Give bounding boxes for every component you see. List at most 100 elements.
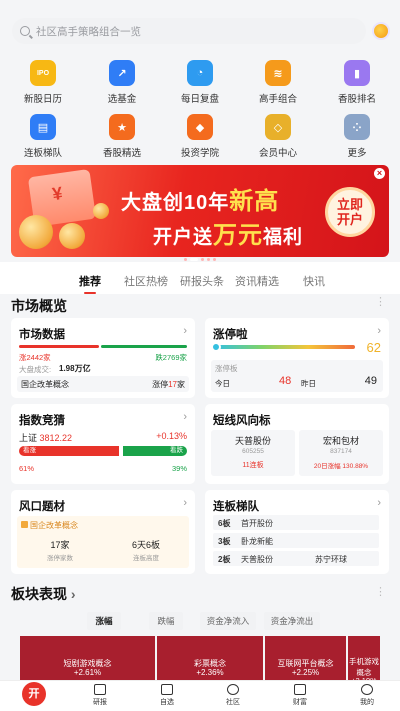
stock-name: 天普股份 <box>234 436 271 446</box>
nav-home[interactable]: 开 <box>9 682 59 706</box>
card-title: 短线风向标 <box>213 415 271 427</box>
shortcut-select-fund[interactable]: ↗ 选基金 <box>82 60 162 105</box>
graduation-icon: ◆ <box>187 114 213 140</box>
shortcut-invest-academy[interactable]: ◆ 投资学院 <box>160 114 240 159</box>
shortcut-member-center[interactable]: ◇ 会员中心 <box>238 114 318 159</box>
theme-stat-label: 连板高度 <box>133 555 159 562</box>
tab-losers[interactable]: 跌幅 <box>149 612 183 630</box>
theme-name: 国企改革概念 <box>21 520 78 531</box>
nav-community[interactable]: 社区 <box>208 684 258 707</box>
stock-code: 837174 <box>330 448 352 455</box>
limit-up-stats: 涨停板 今日 48 昨日 49 <box>211 360 383 392</box>
wallet-icon <box>294 684 306 695</box>
shortcut-label: 香股排名 <box>337 94 376 105</box>
ladder-row[interactable]: 3板 卧龙新能 <box>213 533 379 548</box>
fire-icon <box>21 521 28 528</box>
shortcut-expert-portfolio[interactable]: ≋ 高手组合 <box>238 60 318 105</box>
tab-flash-news[interactable]: 快讯 <box>303 273 325 289</box>
open-account-button[interactable]: 立即开户 <box>325 187 375 237</box>
shortcut-label: 连板梯队 <box>23 148 62 159</box>
index-name: 上证 3812.22 <box>19 433 73 443</box>
bull-vote-button[interactable]: 看涨 <box>19 446 119 456</box>
limit-up-card[interactable]: 涨停啦 › 62 涨停板 今日 48 昨日 49 <box>205 318 389 398</box>
yesterday-value: 49 <box>364 375 377 387</box>
chevron-right-icon: › <box>183 497 187 509</box>
chevron-right-icon: › <box>183 325 187 337</box>
sector-tile[interactable]: 手机游戏概念 +2.19% <box>348 636 380 685</box>
sector-change: +2.36% <box>196 668 224 677</box>
sector-tile[interactable]: 短剧游戏概念 +2.61% <box>20 636 155 682</box>
nav-profile[interactable]: 我的 <box>342 684 392 707</box>
close-icon[interactable]: × <box>374 168 385 179</box>
shortcut-label: 会员中心 <box>258 148 297 159</box>
yesterday-label: 昨日 <box>301 379 316 388</box>
shortcut-stock-ranking[interactable]: ▮ 香股排名 <box>317 60 397 105</box>
tab-net-inflow[interactable]: 资金净流入 <box>200 612 256 630</box>
themes-card[interactable]: 风口题材 › 国企改革概念 17家 涨停家数 6天6板 连板高度 <box>11 490 195 574</box>
gauge-handle <box>211 342 221 352</box>
tab-community-hot[interactable]: 社区热榜 <box>124 273 168 289</box>
pie-chart-icon: ◔ <box>187 60 213 86</box>
gold-coin-icon <box>59 223 85 249</box>
ladder-icon: ▤ <box>30 114 56 140</box>
chevron-right-icon: › <box>183 411 187 423</box>
nav-wealth[interactable]: 财富 <box>275 684 325 707</box>
promo-banner[interactable]: 大盘创10年新高 开户送万元福利 立即开户 × <box>11 165 389 257</box>
card-title: 市场数据 <box>19 329 65 341</box>
limit-up-label: 涨停板 <box>215 364 238 373</box>
shortcut-more[interactable]: ⁘ 更多 <box>317 114 397 159</box>
ipo-calendar-icon: IPO <box>30 60 56 86</box>
stock-tag: 20日涨幅 130.88% <box>313 463 369 470</box>
sector-tile[interactable]: 彩票概念 +2.36% <box>157 636 263 682</box>
index-change: +0.13% <box>156 431 187 441</box>
tab-recommend[interactable]: 推荐 <box>79 273 101 294</box>
short-line-card[interactable]: 短线风向标 天普股份 605255 11连板 宏和包材 837174 20日涨幅… <box>205 404 389 484</box>
tab-news-picks[interactable]: 资讯精选 <box>235 273 279 289</box>
shortcut-ladder[interactable]: ▤ 连板梯队 <box>3 114 83 159</box>
search-input[interactable]: 社区高手策略组合一览 <box>12 18 366 44</box>
shortcut-stock-picks[interactable]: ★ 香股精选 <box>82 114 162 159</box>
bear-vote-button[interactable]: 看跌 <box>123 446 187 456</box>
shortcut-daily-review[interactable]: ◔ 每日复盘 <box>160 60 240 105</box>
sentiment-gauge <box>215 345 355 349</box>
stock-tile[interactable]: 天普股份 605255 11连板 <box>211 430 295 476</box>
report-icon <box>94 684 106 695</box>
tab-gainers[interactable]: 涨幅 <box>87 612 121 630</box>
shortcut-ipo-calendar[interactable]: IPO 新股日历 <box>3 60 83 105</box>
theme-stat-value: 17家 <box>50 540 70 550</box>
sector-performance-title[interactable]: 板块表现 › <box>11 584 76 604</box>
gold-coin-icon <box>93 203 109 219</box>
more-options-icon[interactable]: ⋮ <box>375 297 386 308</box>
nav-research[interactable]: 研报 <box>75 684 125 707</box>
sentiment-score: 62 <box>366 340 381 355</box>
ladder-row[interactable]: 6板 首开股份 <box>213 515 379 530</box>
tab-research-headlines[interactable]: 研报头条 <box>180 273 224 289</box>
banner-subline: 开户送万元福利 <box>153 222 304 249</box>
theme-stat-value: 6天6板 <box>131 540 160 550</box>
nav-watchlist[interactable]: 自选 <box>142 684 192 707</box>
card-title: 连板梯队 <box>213 501 259 513</box>
search-placeholder: 社区高手策略组合一览 <box>36 25 141 38</box>
concept-stat: 涨停17家 <box>152 380 185 389</box>
market-overview-title: 市场概览 <box>11 298 67 314</box>
theme-box[interactable]: 国企改革概念 17家 涨停家数 6天6板 连板高度 <box>17 516 189 568</box>
tab-net-outflow[interactable]: 资金净流出 <box>264 612 320 630</box>
market-data-card[interactable]: 市场数据 › 涨2442家 跌2769家 大盘成交: 1.98万亿 国企改革概念… <box>11 318 195 398</box>
sector-tabs: 涨幅 跌幅 资金净流入 资金净流出 <box>0 612 400 634</box>
index-guess-card[interactable]: 指数竞猜 › 上证 3812.22 +0.13% 看涨 看跌 61% 39% <box>11 404 195 484</box>
card-title: 指数竞猜 <box>19 415 65 427</box>
concept-row[interactable]: 国企改革概念 涨停17家 <box>17 376 189 392</box>
ladder-row[interactable]: 2板 天普股份 苏宁环球 <box>213 551 379 566</box>
shortcut-label: 更多 <box>347 148 367 159</box>
bull-percentage: 61% <box>19 464 35 473</box>
ladder-card[interactable]: 连板梯队 › 6板 首开股份 3板 卧龙新能 2板 天普股份 苏宁环球 <box>205 490 389 574</box>
sector-change: +2.61% <box>73 668 102 677</box>
gold-coin-icon <box>19 215 53 249</box>
stock-code: 605255 <box>242 448 264 455</box>
stock-tile[interactable]: 宏和包材 837174 20日涨幅 130.88% <box>299 430 383 476</box>
more-options-icon[interactable]: ⋮ <box>375 587 386 598</box>
user-avatar-icon[interactable] <box>372 22 390 40</box>
banner-headline: 大盘创10年新高 <box>121 188 280 215</box>
shortcut-label: 投资学院 <box>180 148 219 159</box>
sector-tile[interactable]: 互联网平台概念 +2.25% <box>265 636 346 682</box>
